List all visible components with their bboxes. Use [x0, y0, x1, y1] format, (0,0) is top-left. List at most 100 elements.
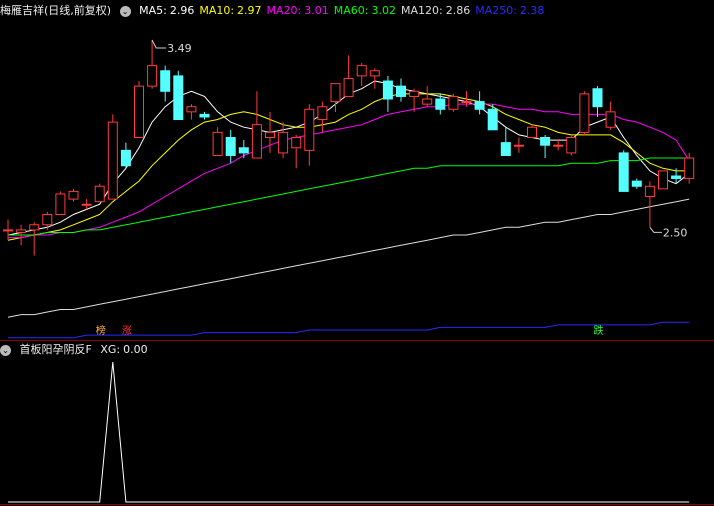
candle[interactable] — [160, 65, 171, 102]
low-price-label: 2.50 — [663, 226, 688, 239]
candle-body — [147, 65, 158, 87]
candle[interactable] — [186, 104, 197, 120]
candle[interactable] — [396, 78, 406, 102]
candle-body — [29, 224, 40, 231]
candle-body — [173, 75, 184, 121]
candle-body — [631, 180, 642, 187]
candle-body — [566, 137, 577, 154]
candle[interactable] — [448, 93, 459, 112]
candle[interactable] — [369, 68, 380, 89]
candle-body — [369, 70, 380, 77]
signal-tag[interactable]: 涨 — [120, 326, 134, 338]
candle[interactable] — [566, 134, 577, 156]
xg-signal-line — [8, 361, 690, 503]
candle[interactable] — [658, 170, 668, 190]
candle-body — [513, 144, 524, 147]
low-pointer — [649, 227, 662, 233]
candle-body — [55, 193, 66, 215]
candle[interactable] — [120, 142, 131, 169]
candle[interactable] — [94, 183, 105, 203]
candle-body — [605, 111, 616, 128]
candle-body — [592, 88, 603, 108]
candle-body — [160, 70, 171, 92]
candle-body — [94, 185, 105, 203]
candle[interactable] — [212, 127, 223, 156]
candle-body — [658, 170, 668, 190]
signal-tag[interactable]: 跌 — [592, 326, 606, 338]
candle-body — [396, 85, 406, 97]
candle-body — [3, 229, 13, 232]
candle[interactable] — [500, 127, 511, 156]
candle[interactable] — [631, 178, 642, 189]
candle-body — [134, 85, 144, 138]
candle[interactable] — [382, 75, 393, 112]
candle-body — [291, 137, 302, 149]
candle-body — [500, 142, 511, 156]
candle-body — [225, 137, 236, 156]
candle[interactable] — [134, 81, 144, 138]
indicator-chart[interactable] — [0, 342, 714, 506]
candle[interactable] — [592, 86, 603, 117]
ma-legend-item: MA120: — [400, 4, 443, 17]
candle[interactable] — [579, 91, 590, 135]
candle-body — [186, 106, 197, 113]
candle-body — [618, 152, 629, 192]
bottom-border — [0, 504, 714, 505]
candlestick-chart[interactable]: 3.49 2.50 — [0, 0, 714, 340]
candle[interactable] — [540, 134, 551, 159]
candle[interactable] — [317, 101, 328, 133]
candle-body — [474, 101, 485, 110]
candle[interactable] — [225, 129, 236, 164]
candle-body — [68, 190, 79, 200]
candle-body — [461, 101, 472, 104]
candle[interactable] — [553, 140, 564, 151]
candle-body — [579, 93, 590, 133]
candle-body — [382, 80, 393, 100]
chevron-down-icon[interactable]: ⌄ — [119, 5, 131, 17]
candle-body — [265, 131, 275, 139]
candle[interactable] — [291, 134, 302, 169]
ma-legend-item: MA250: — [475, 4, 517, 17]
candle[interactable] — [199, 111, 210, 120]
candle[interactable] — [618, 150, 629, 192]
candle-body — [16, 229, 27, 233]
candle[interactable] — [356, 63, 367, 87]
candle[interactable] — [55, 191, 66, 215]
candle[interactable] — [330, 83, 341, 112]
candle[interactable] — [3, 219, 13, 241]
candle[interactable] — [68, 188, 79, 202]
candle[interactable] — [644, 181, 655, 228]
candle-body — [356, 65, 367, 77]
candle[interactable] — [278, 122, 289, 159]
candle[interactable] — [527, 124, 537, 138]
candle[interactable] — [173, 70, 184, 121]
candle-body — [251, 124, 262, 159]
candle-body — [304, 108, 315, 151]
candle-body — [343, 77, 354, 97]
candle[interactable] — [42, 211, 53, 230]
candle[interactable] — [343, 55, 354, 97]
candle-body — [330, 83, 341, 103]
ma-line-ma120 — [7, 198, 690, 318]
candle-body — [540, 137, 551, 146]
ma-legend-value: 2.38 — [519, 4, 545, 17]
pane-divider — [0, 340, 714, 341]
ma-legend-value: 2.97 — [237, 4, 262, 17]
ma-legend-item: MA5: — [139, 4, 167, 17]
ma-legend-item: MA10: — [199, 4, 235, 17]
main-chart-header: 梅雁吉祥(日线,前复权) ⌄ MA5: 2.96 MA10: 2.97 MA20: 3.0… — [0, 3, 554, 19]
signal-tag[interactable]: 榜 — [94, 326, 108, 338]
candle[interactable] — [422, 86, 433, 107]
stock-title: 梅雁吉祥(日线,前复权) — [0, 4, 112, 17]
ma-legend-value: 2.96 — [169, 4, 195, 17]
candle-body — [684, 157, 695, 180]
candle[interactable] — [474, 91, 485, 115]
candle[interactable] — [605, 101, 616, 130]
candle[interactable] — [107, 114, 118, 200]
candle[interactable] — [513, 137, 524, 153]
candle[interactable] — [29, 222, 40, 256]
candle[interactable] — [251, 91, 262, 159]
candle[interactable] — [304, 104, 315, 166]
candle[interactable] — [238, 140, 249, 159]
chart-stage[interactable]: 3.49 2.50 梅雁吉祥(日线,前复权) ⌄ MA5: 2.96 MA10: 2.9… — [0, 0, 714, 506]
